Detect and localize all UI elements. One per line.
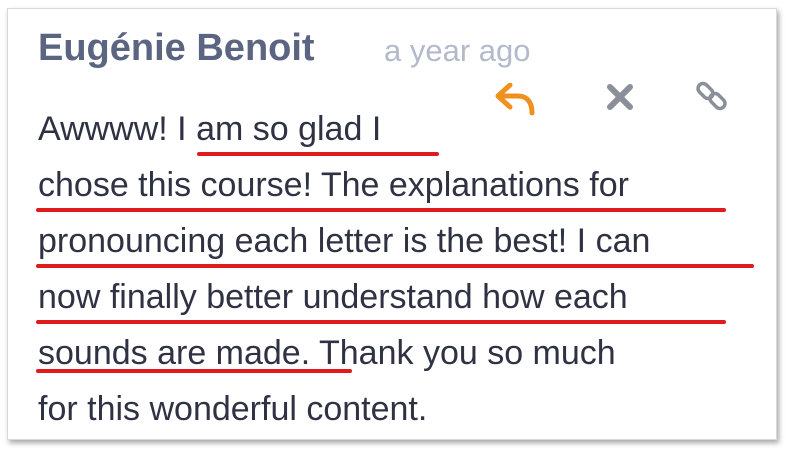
- highlight-underline: [36, 320, 726, 324]
- comment-body-line: for this wonderful content.: [38, 390, 428, 428]
- comment-body-line: Awwww! I am so glad I: [38, 110, 382, 148]
- highlight-underline: [36, 264, 754, 268]
- comment-body-line: sounds are made. Thank you so much: [38, 334, 616, 372]
- reply-icon[interactable]: [494, 83, 536, 117]
- comment-body-line: pronouncing each letter is the best! I c…: [38, 222, 651, 260]
- comment-timestamp[interactable]: a year ago: [384, 33, 531, 69]
- comment-card: Eugénie Benoit a year ago Awwww! I am so…: [7, 8, 777, 440]
- highlight-underline: [197, 152, 439, 156]
- link-icon[interactable]: [694, 78, 730, 114]
- comment-body-line: now finally better understand how each: [38, 278, 628, 316]
- highlight-underline: [36, 208, 726, 212]
- close-icon[interactable]: [605, 82, 635, 112]
- highlight-underline: [36, 369, 352, 373]
- comment-author[interactable]: Eugénie Benoit: [38, 27, 315, 70]
- comment-body-line: chose this course! The explanations for: [38, 166, 629, 204]
